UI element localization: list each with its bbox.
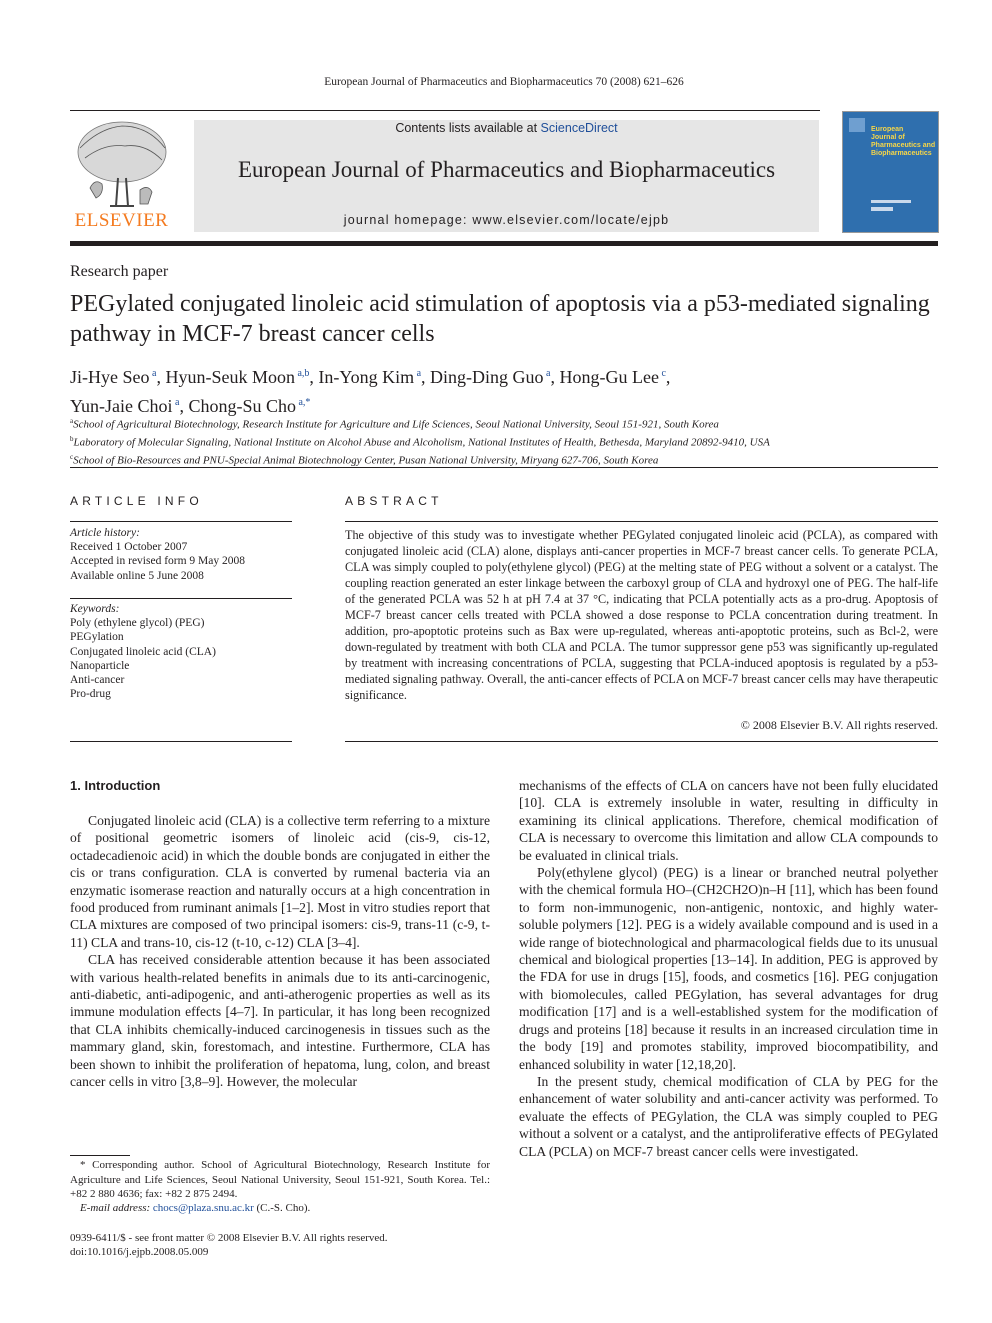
contents-prefix: Contents lists available at xyxy=(395,121,541,135)
abstract-copyright: © 2008 Elsevier B.V. All rights reserved… xyxy=(740,718,938,732)
cover-title-line: Biopharmaceutics xyxy=(871,150,932,157)
keyword: PEGylation xyxy=(70,631,124,644)
article-title: PEGylated conjugated linoleic acid stimu… xyxy=(70,291,930,347)
cover-title-line: Pharmaceutics and xyxy=(871,142,936,149)
author[interactable]: Ding-Ding Guo a, xyxy=(430,367,559,387)
author[interactable]: Yun-Jaie Choi a, xyxy=(70,396,188,416)
affiliation: aSchool of Agricultural Biotechnology, R… xyxy=(70,417,719,431)
email-footnote: E-mail address: chocs@plaza.snu.ac.kr (C… xyxy=(80,1201,490,1216)
history-item: Accepted in revised form 9 May 2008 xyxy=(70,555,246,568)
homepage-prefix: journal homepage: xyxy=(343,213,473,227)
affiliation-link[interactable]: a,* xyxy=(298,397,310,408)
body-right-column: mechanisms of the effects of CLA on canc… xyxy=(519,777,938,1160)
divider xyxy=(70,467,938,468)
article-history: Article history: Received 1 October 2007… xyxy=(70,526,292,583)
affiliation-link[interactable]: a xyxy=(546,368,550,379)
keyword: Conjugated linoleic acid (CLA) xyxy=(70,645,216,658)
doi-line[interactable]: doi:10.1016/j.ejpb.2008.05.009 xyxy=(70,1245,208,1260)
cover-decoration xyxy=(871,207,893,211)
author[interactable]: In-Yong Kim a, xyxy=(318,367,430,387)
history-item: Available online 5 June 2008 xyxy=(70,569,204,582)
paragraph: Conjugated linoleic acid (CLA) is a coll… xyxy=(70,813,490,950)
paragraph: In the present study, chemical modificat… xyxy=(519,1073,938,1159)
affiliation-link[interactable]: a xyxy=(152,368,156,379)
author-list: Ji-Hye Seo a, Hyun-Seuk Moon a,b, In-Yon… xyxy=(70,361,940,419)
tree-icon xyxy=(77,121,167,207)
keyword: Nanoparticle xyxy=(70,659,130,672)
issn-line: 0939-6411/$ - see front matter © 2008 El… xyxy=(70,1232,388,1244)
email-suffix: (C.-S. Cho). xyxy=(253,1202,311,1214)
divider xyxy=(70,521,292,522)
cover-decoration xyxy=(871,200,911,203)
paragraph: CLA has received considerable attention … xyxy=(70,952,490,1090)
journal-homepage: journal homepage: www.elsevier.com/locat… xyxy=(194,213,819,227)
abstract-heading: ABSTRACT xyxy=(345,494,443,508)
affiliation: cSchool of Bio-Resources and PNU-Special… xyxy=(70,453,659,467)
publisher-logo-text: ELSEVIER xyxy=(74,210,169,231)
article-info-heading: ARTICLE INFO xyxy=(70,494,203,508)
affiliation-link[interactable]: a xyxy=(175,397,179,408)
header-thick-divider xyxy=(70,241,938,246)
divider xyxy=(345,521,938,522)
cover-emblem-icon xyxy=(849,118,865,132)
author[interactable]: Ji-Hye Seo a, xyxy=(70,367,165,387)
section-heading: 1. Introduction xyxy=(70,778,161,793)
header-divider xyxy=(70,110,820,111)
homepage-url[interactable]: www.elsevier.com/locate/ejpb xyxy=(472,213,669,227)
journal-reference: European Journal of Pharmaceutics and Bi… xyxy=(324,76,684,88)
divider xyxy=(345,741,938,742)
paragraph: Poly(ethylene glycol) (PEG) is a linear … xyxy=(519,865,938,1072)
article-type: Research paper xyxy=(70,263,169,280)
journal-cover-thumbnail: European Journal of Pharmaceutics and Bi… xyxy=(842,111,939,233)
history-item: Received 1 October 2007 xyxy=(70,541,188,554)
author[interactable]: Hyun-Seuk Moon a,b, xyxy=(165,367,318,387)
affiliation-link[interactable]: a xyxy=(417,368,421,379)
affiliation-link[interactable]: a,b xyxy=(297,368,309,379)
sciencedirect-link[interactable]: ScienceDirect xyxy=(541,121,618,135)
contents-line: Contents lists available at ScienceDirec… xyxy=(194,121,819,135)
keyword: Poly (ethylene glycol) (PEG) xyxy=(70,617,205,630)
body-left-column: Conjugated linoleic acid (CLA) is a coll… xyxy=(70,812,490,1091)
abstract-text: The objective of this study was to inves… xyxy=(345,528,938,702)
affiliations: aSchool of Agricultural Biotechnology, R… xyxy=(70,414,940,468)
journal-title: European Journal of Pharmaceutics and Bi… xyxy=(237,157,776,182)
author[interactable]: Chong-Su Cho a,* xyxy=(188,396,310,416)
cover-title: European Journal of Pharmaceutics and Bi… xyxy=(871,126,935,158)
keywords-label: Keywords: xyxy=(70,603,120,615)
footnote-divider xyxy=(70,1155,130,1156)
email-label: E-mail address: xyxy=(80,1202,153,1214)
affiliation: bLaboratory of Molecular Signaling, Nati… xyxy=(70,435,770,449)
cover-title-line: Journal of xyxy=(871,134,905,141)
affiliation-link[interactable]: c xyxy=(661,368,665,379)
keyword: Anti-cancer xyxy=(70,674,125,687)
paragraph: mechanisms of the effects of CLA on canc… xyxy=(519,778,938,863)
divider xyxy=(70,741,292,742)
keywords: Keywords: Poly (ethylene glycol) (PEG) P… xyxy=(70,602,292,701)
divider xyxy=(70,598,292,599)
author[interactable]: Hong-Gu Lee c, xyxy=(560,367,671,387)
email-link[interactable]: chocs@plaza.snu.ac.kr xyxy=(153,1202,254,1214)
history-label: Article history: xyxy=(70,527,140,539)
cover-title-line: European xyxy=(871,126,904,133)
keyword: Pro-drug xyxy=(70,688,111,701)
corresponding-author-footnote: * Corresponding author. School of Agricu… xyxy=(70,1159,490,1200)
